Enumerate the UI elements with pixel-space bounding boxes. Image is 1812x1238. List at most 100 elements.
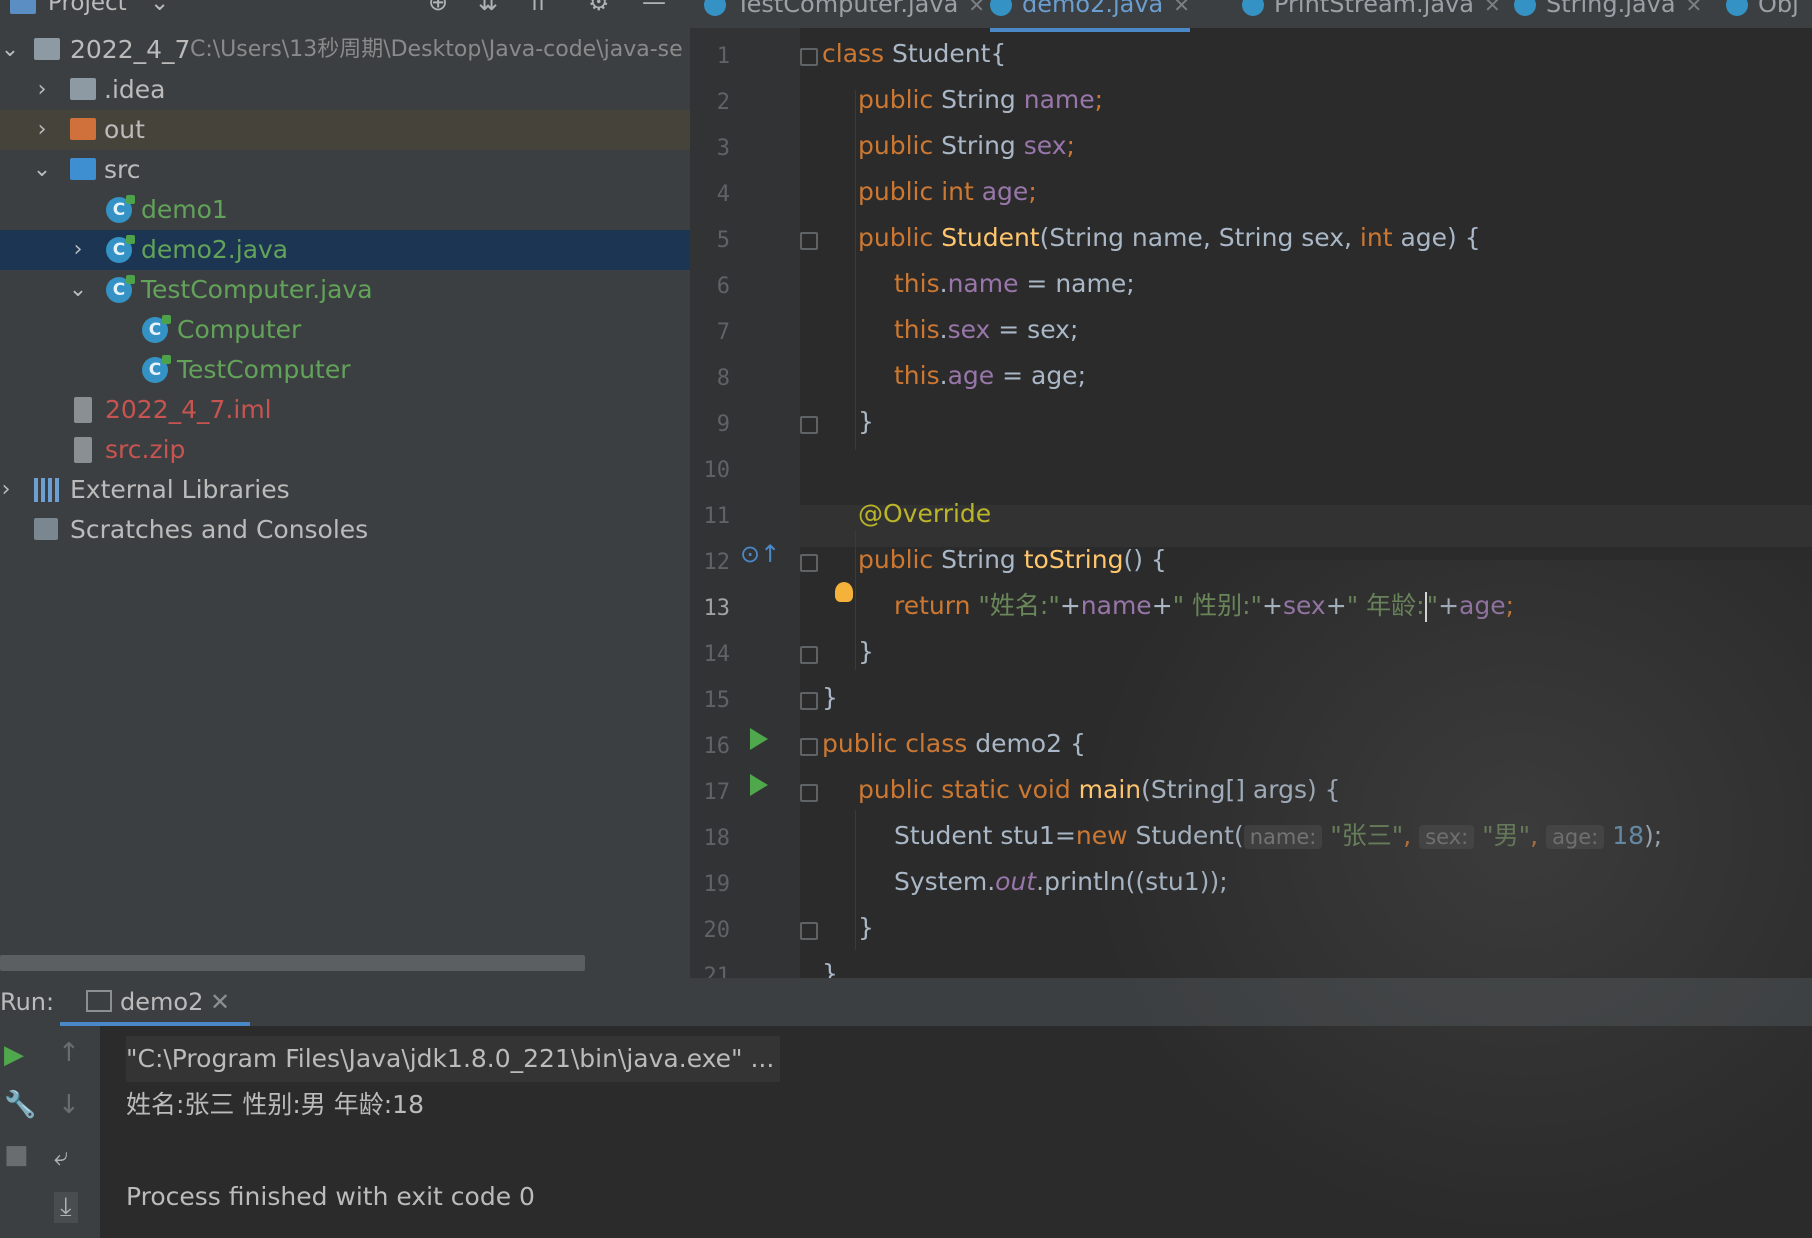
- fold-marker[interactable]: [800, 48, 818, 66]
- tree-item-iml[interactable]: 2022_4_7.iml: [0, 390, 690, 430]
- java-class-icon: C: [142, 315, 171, 343]
- fold-marker[interactable]: [800, 922, 818, 940]
- editor-gutter[interactable]: 1 2 3 4 5 6 7 8 9 10 11 12 13 14 15 16 1…: [690, 28, 800, 978]
- code-line-5[interactable]: public Student(String name, String sex, …: [858, 218, 1481, 258]
- code-line-11[interactable]: @Override: [858, 494, 991, 534]
- tree-item-src-zip[interactable]: src.zip: [0, 430, 690, 470]
- fold-marker[interactable]: [800, 416, 818, 434]
- chevron-right-icon[interactable]: ›: [0, 470, 16, 510]
- chevron-down-icon[interactable]: ⌄: [32, 150, 52, 190]
- code-line-17[interactable]: public static void main(String[] args) {: [858, 770, 1341, 810]
- stop-icon[interactable]: ■: [4, 1140, 29, 1170]
- java-class-icon: [704, 0, 726, 16]
- fold-marker[interactable]: [800, 692, 818, 710]
- code-line-21[interactable]: }: [822, 954, 838, 978]
- archive-icon: [74, 437, 92, 463]
- close-icon[interactable]: ✕: [1484, 0, 1501, 17]
- console-icon: [86, 990, 112, 1012]
- horizontal-scrollbar[interactable]: [0, 955, 585, 971]
- close-icon[interactable]: ✕: [1173, 0, 1190, 17]
- chevron-down-icon[interactable]: ⌄: [68, 270, 88, 310]
- code-line-2[interactable]: public String name;: [858, 80, 1103, 120]
- run-tab-demo2[interactable]: demo2 ✕: [60, 978, 250, 1026]
- wrench-icon[interactable]: 🔧: [4, 1090, 36, 1120]
- run-main-icon[interactable]: [750, 774, 768, 796]
- code-line-13[interactable]: return "姓名:"+name+" 性别:"+sex+" 年龄:"+age;: [894, 586, 1514, 626]
- chevron-down-icon[interactable]: ⌄: [150, 0, 169, 16]
- editor-tabs: TestComputer.java ✕ demo2.java ✕ PrintStre…: [690, 0, 1812, 32]
- tree-item-scratches[interactable]: Scratches and Consoles: [0, 510, 690, 550]
- run-header: Run: demo2 ✕: [0, 978, 1812, 1026]
- run-class-icon[interactable]: [750, 728, 768, 750]
- chevron-right-icon[interactable]: ›: [68, 230, 88, 270]
- indent-guide: [855, 530, 856, 670]
- tree-item-demo2[interactable]: › C demo2.java: [0, 230, 690, 270]
- arrow-down-icon[interactable]: ↓: [58, 1090, 80, 1120]
- chevron-right-icon[interactable]: ›: [32, 70, 52, 110]
- code-line-6[interactable]: this.name = name;: [894, 264, 1135, 304]
- close-icon[interactable]: ✕: [210, 988, 230, 1016]
- tree-item-demo1[interactable]: C demo1: [0, 190, 690, 230]
- tree-label: demo1: [141, 195, 228, 224]
- project-title[interactable]: Project: [48, 0, 127, 16]
- arrow-up-icon[interactable]: ↑: [58, 1038, 80, 1068]
- close-icon[interactable]: ✕: [1686, 0, 1703, 17]
- tree-item-testcomputer-java[interactable]: ⌄ C TestComputer.java: [0, 270, 690, 310]
- soft-wrap-icon[interactable]: ⤶: [54, 1142, 69, 1173]
- code-line-4[interactable]: public int age;: [858, 172, 1037, 212]
- chevron-down-icon[interactable]: ⌄: [0, 30, 20, 70]
- line-number: 3: [716, 136, 730, 161]
- gear-icon[interactable]: ⚙: [588, 0, 610, 16]
- console-line: Process finished with exit code 0: [126, 1182, 535, 1211]
- lightbulb-icon[interactable]: [835, 582, 853, 602]
- tree-item-out[interactable]: › out: [0, 110, 690, 150]
- rerun-icon[interactable]: ▶: [4, 1040, 24, 1070]
- scratches-icon: [34, 518, 58, 540]
- module-file-icon: [74, 397, 92, 423]
- run-title: Run:: [0, 988, 55, 1016]
- code-line-15[interactable]: }: [822, 678, 838, 718]
- fold-marker[interactable]: [800, 784, 818, 802]
- fold-marker[interactable]: [800, 738, 818, 756]
- fold-marker[interactable]: [800, 554, 818, 572]
- console-output[interactable]: "C:\Program Files\Java\jdk1.8.0_221\bin\…: [126, 1036, 781, 1220]
- excluded-folder-icon: [70, 118, 96, 140]
- code-line-3[interactable]: public String sex;: [858, 126, 1075, 166]
- close-icon[interactable]: ✕: [968, 0, 985, 17]
- tree-item-idea[interactable]: › .idea: [0, 70, 690, 110]
- code-line-1[interactable]: class Student{: [822, 34, 1006, 74]
- code-line-18[interactable]: Student stu1=new Student(name: "张三", sex…: [894, 816, 1662, 856]
- code-line-19[interactable]: System.out.println((stu1));: [894, 862, 1228, 902]
- java-class-icon: C: [106, 235, 135, 263]
- minimize-icon[interactable]: —: [642, 0, 666, 16]
- code-line-16[interactable]: public class demo2 {: [822, 724, 1086, 764]
- line-number: 12: [703, 550, 731, 575]
- code-line-14[interactable]: }: [858, 632, 874, 672]
- tree-item-testcomputer[interactable]: C TestComputer: [0, 350, 690, 390]
- tab-demo2-java[interactable]: demo2.java ✕: [990, 0, 1191, 32]
- tree-item-root[interactable]: ⌄ 2022_4_7 C:\Users\13秒周期\Desktop\Java-c…: [0, 30, 690, 70]
- collapse-all-icon[interactable]: ⇈: [528, 0, 548, 16]
- library-icon: [34, 478, 62, 502]
- tab-string-java[interactable]: String.java ✕: [1514, 0, 1702, 28]
- locate-icon[interactable]: ⊕: [428, 0, 448, 16]
- overrides-method-icon[interactable]: ⊙↑: [740, 540, 780, 568]
- code-line-8[interactable]: this.age = age;: [894, 356, 1086, 396]
- code-editor[interactable]: TestComputer.java ✕ demo2.java ✕ PrintStre…: [690, 0, 1812, 978]
- tree-item-src[interactable]: ⌄ src: [0, 150, 690, 190]
- tab-testcomputer-java[interactable]: TestComputer.java ✕: [704, 0, 985, 28]
- fold-marker[interactable]: [800, 232, 818, 250]
- tab-printstream-java[interactable]: PrintStream.java ✕: [1242, 0, 1501, 28]
- fold-marker[interactable]: [800, 646, 818, 664]
- tree-item-external-libraries[interactable]: › External Libraries: [0, 470, 690, 510]
- code-line-12[interactable]: public String toString() {: [858, 540, 1167, 580]
- console-line: "C:\Program Files\Java\jdk1.8.0_221\bin\…: [126, 1036, 781, 1082]
- tab-obj[interactable]: Obj: [1726, 0, 1799, 28]
- chevron-right-icon[interactable]: ›: [32, 110, 52, 150]
- code-line-9[interactable]: }: [858, 402, 874, 442]
- code-line-20[interactable]: }: [858, 908, 874, 948]
- code-line-7[interactable]: this.sex = sex;: [894, 310, 1078, 350]
- scroll-to-end-icon[interactable]: ⤓: [54, 1192, 78, 1223]
- expand-all-icon[interactable]: ⇊: [478, 0, 498, 16]
- tree-item-computer[interactable]: C Computer: [0, 310, 690, 350]
